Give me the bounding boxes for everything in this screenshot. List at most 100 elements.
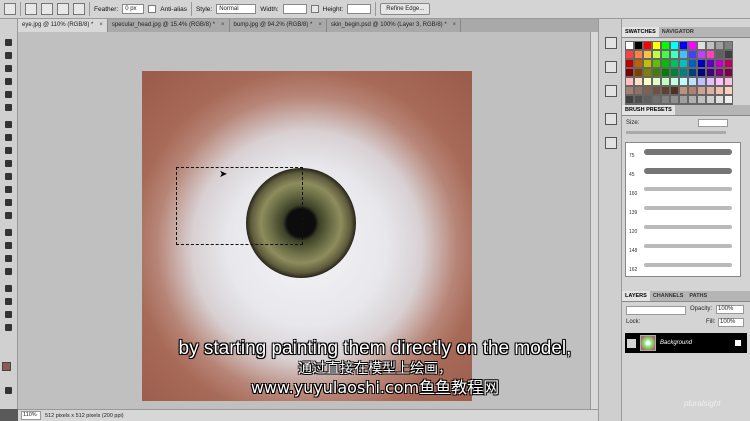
color-swatch[interactable] — [724, 77, 733, 86]
tab-specular-head[interactable]: specular_head.jpg @ 15.4% (RGB/8) * × — [108, 19, 230, 32]
vertical-scrollbar[interactable] — [590, 32, 598, 409]
color-swatch[interactable] — [715, 95, 724, 104]
color-swatch[interactable] — [643, 95, 652, 104]
color-swatch[interactable] — [652, 50, 661, 59]
eraser-tool-icon[interactable] — [3, 171, 14, 182]
color-swatch[interactable] — [679, 50, 688, 59]
color-swatch[interactable] — [634, 50, 643, 59]
zoom-tool-icon[interactable] — [3, 322, 14, 333]
layer-row-background[interactable]: Background — [625, 333, 747, 353]
color-swatch[interactable] — [652, 68, 661, 77]
color-swatch[interactable] — [724, 41, 733, 50]
color-swatch[interactable] — [643, 50, 652, 59]
color-swatch[interactable] — [670, 77, 679, 86]
color-swatch[interactable] — [652, 86, 661, 95]
actions-panel-icon[interactable] — [605, 61, 617, 73]
brush-stroke-preview[interactable] — [644, 168, 732, 174]
color-swatch[interactable] — [679, 41, 688, 50]
color-swatch[interactable] — [634, 59, 643, 68]
color-swatch[interactable] — [724, 50, 733, 59]
color-swatch[interactable] — [697, 77, 706, 86]
tab-channels[interactable]: CHANNELS — [650, 291, 687, 301]
color-swatch[interactable] — [661, 95, 670, 104]
history-brush-tool-icon[interactable] — [3, 158, 14, 169]
size-input[interactable] — [698, 119, 728, 127]
color-swatch[interactable] — [697, 50, 706, 59]
brush-stroke-preview[interactable] — [644, 149, 732, 155]
visibility-eye-icon[interactable] — [627, 338, 636, 348]
color-swatch[interactable] — [688, 95, 697, 104]
color-swatch[interactable] — [715, 50, 724, 59]
blend-mode-select[interactable] — [626, 306, 686, 315]
color-swatch[interactable] — [679, 86, 688, 95]
add-selection-icon[interactable] — [41, 3, 53, 15]
color-swatch[interactable] — [679, 68, 688, 77]
color-swatch[interactable] — [706, 50, 715, 59]
brush-stroke-preview[interactable] — [644, 225, 732, 229]
color-swatch[interactable] — [688, 77, 697, 86]
type-tool-icon[interactable] — [3, 240, 14, 251]
tab-swatches[interactable]: SWATCHES — [622, 27, 659, 37]
color-swatch[interactable] — [670, 50, 679, 59]
width-input[interactable] — [282, 4, 307, 14]
tab-brush-presets[interactable]: BRUSH PRESETS — [622, 105, 675, 115]
color-swatch[interactable] — [706, 86, 715, 95]
3d-rotate-tool-icon[interactable] — [3, 283, 14, 294]
color-swatch[interactable] — [715, 59, 724, 68]
eyedropper-tool-icon[interactable] — [3, 102, 14, 113]
color-swatch[interactable] — [670, 68, 679, 77]
path-select-tool-icon[interactable] — [3, 253, 14, 264]
brush-stroke-preview[interactable] — [644, 244, 732, 248]
color-swatch[interactable] — [679, 95, 688, 104]
color-swatch[interactable] — [706, 59, 715, 68]
clone-stamp-tool-icon[interactable] — [3, 145, 14, 156]
color-swatch[interactable] — [670, 95, 679, 104]
move-tool-icon[interactable] — [3, 37, 14, 48]
color-swatch[interactable] — [661, 41, 670, 50]
color-swatch[interactable] — [625, 95, 634, 104]
tab-navigator[interactable]: NAVIGATOR — [659, 27, 697, 37]
tab-eye[interactable]: eye.jpg @ 110% (RGB/8) * × — [18, 19, 108, 32]
brush-stroke-preview[interactable] — [644, 206, 732, 210]
style-select[interactable]: Normal — [216, 4, 257, 14]
hand-tool-icon[interactable] — [3, 309, 14, 320]
zoom-level-field[interactable]: 110% — [21, 411, 41, 420]
color-swatch[interactable] — [643, 68, 652, 77]
color-swatch[interactable] — [643, 77, 652, 86]
color-swatch[interactable] — [724, 59, 733, 68]
info-panel-icon[interactable] — [605, 85, 617, 97]
color-swatch[interactable] — [715, 41, 724, 50]
tools-preset-icon[interactable] — [605, 113, 617, 125]
feather-input[interactable]: 0 px — [122, 4, 145, 14]
color-swatch[interactable] — [688, 59, 697, 68]
color-swatch[interactable] — [625, 77, 634, 86]
color-swatch[interactable] — [634, 77, 643, 86]
color-swatch[interactable] — [670, 59, 679, 68]
color-swatch[interactable] — [688, 86, 697, 95]
intersect-selection-icon[interactable] — [73, 3, 85, 15]
pen-tool-icon[interactable] — [3, 227, 14, 238]
color-swatch[interactable] — [625, 59, 634, 68]
brush-stroke-preview[interactable] — [644, 263, 732, 267]
shape-tool-icon[interactable] — [3, 266, 14, 277]
history-panel-icon[interactable] — [605, 37, 617, 49]
color-swatch[interactable] — [724, 86, 733, 95]
color-swatch[interactable] — [697, 59, 706, 68]
color-swatch[interactable] — [688, 41, 697, 50]
antialias-checkbox[interactable] — [148, 5, 157, 13]
color-swatch[interactable] — [634, 86, 643, 95]
clone-source-icon[interactable] — [605, 137, 617, 149]
color-swatch[interactable] — [625, 68, 634, 77]
selection-marquee[interactable] — [176, 167, 303, 245]
3d-orbit-tool-icon[interactable] — [3, 296, 14, 307]
marquee-tool-icon[interactable] — [3, 50, 14, 61]
color-swatch[interactable] — [652, 77, 661, 86]
close-icon[interactable]: × — [453, 19, 457, 32]
marquee-tool-icon[interactable] — [4, 3, 16, 15]
brush-tool-icon[interactable] — [3, 132, 14, 143]
color-swatch[interactable] — [652, 59, 661, 68]
color-swatch[interactable] — [625, 50, 634, 59]
color-swatch[interactable] — [697, 86, 706, 95]
quick-select-tool-icon[interactable] — [3, 76, 14, 87]
tab-paths[interactable]: PATHS — [686, 291, 710, 301]
